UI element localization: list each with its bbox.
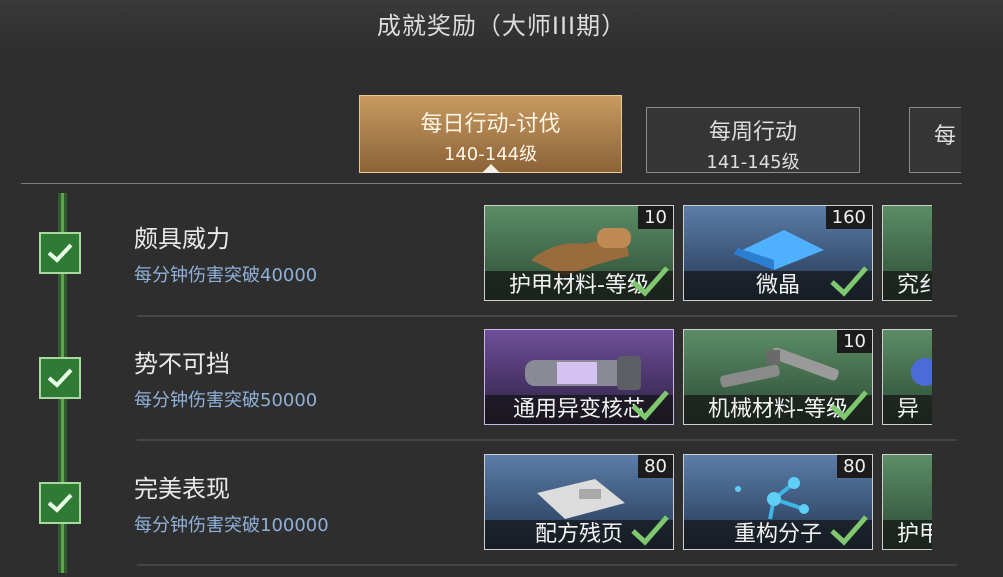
armor-material-scroll-icon: [531, 228, 631, 276]
completed-check-icon: [39, 357, 81, 399]
tab-label: 每日行动-讨伐: [420, 112, 561, 137]
achievement-desc: 每分钟伤害突破40000: [134, 265, 318, 286]
row-separator: [137, 564, 957, 566]
tab-level-range: 141-145级: [706, 152, 800, 173]
item-name: 异: [883, 395, 932, 424]
reward-card[interactable]: 异: [882, 329, 932, 425]
orb-icon: [911, 358, 932, 386]
tab-label: 每周行动: [708, 120, 797, 145]
achievement-title: 颇具威力: [134, 225, 230, 253]
item-count: 10: [638, 206, 673, 229]
achievement-desc: 每分钟伤害突破100000: [134, 515, 329, 536]
tab-weekly-action[interactable]: 每周行动 141-145级: [646, 107, 860, 173]
item-count: 10: [837, 330, 872, 353]
claimed-check-icon: [631, 266, 669, 297]
claimed-check-icon: [631, 390, 669, 421]
achievement-title: 势不可挡: [134, 350, 230, 378]
item-count: 80: [837, 455, 872, 478]
tab-label: 每: [934, 124, 957, 149]
completed-check-icon: [39, 232, 81, 274]
microcrystal-icon: [734, 230, 824, 270]
page-title: 成就奖励（大师III期）: [376, 12, 627, 40]
reward-card[interactable]: 究纟: [882, 205, 932, 301]
reward-card[interactable]: 10 护甲材料-等级: [484, 205, 674, 301]
item-name: 护甲: [883, 520, 932, 549]
reward-card[interactable]: 80 重构分子: [683, 454, 873, 550]
claimed-check-icon: [830, 266, 868, 297]
header-bar: 成就奖励（大师III期）: [0, 0, 1003, 48]
claimed-check-icon: [830, 390, 868, 421]
claimed-check-icon: [830, 515, 868, 546]
achievement-title: 完美表现: [134, 475, 230, 503]
item-count: 80: [638, 455, 673, 478]
recipe-page-icon: [537, 479, 625, 519]
tab-selected-pointer: [482, 164, 500, 173]
completed-check-icon: [39, 482, 81, 524]
reward-card[interactable]: 10 机械材料-等级: [683, 329, 873, 425]
reward-card[interactable]: 160 微晶: [683, 205, 873, 301]
achievement-desc: 每分钟伤害突破50000: [134, 390, 318, 411]
item-name: 究纟: [883, 271, 932, 300]
tab-partial[interactable]: 每: [909, 107, 961, 173]
item-count: 160: [825, 206, 872, 229]
molecule-icon: [735, 477, 809, 520]
tab-divider: [21, 183, 962, 184]
tab-level-range: 140-144级: [443, 144, 538, 165]
reward-card[interactable]: 80 配方残页: [484, 454, 674, 550]
claimed-check-icon: [631, 515, 669, 546]
reward-card[interactable]: 通用异变核芯: [484, 329, 674, 425]
reward-card[interactable]: 护甲: [882, 454, 932, 550]
mechanical-material-bolts-icon: [720, 347, 839, 388]
tab-daily-conquest[interactable]: 每日行动-讨伐 140-144级: [359, 95, 622, 173]
row-separator: [137, 315, 957, 317]
row-separator: [137, 439, 957, 441]
mutation-core-icon: [525, 356, 641, 390]
